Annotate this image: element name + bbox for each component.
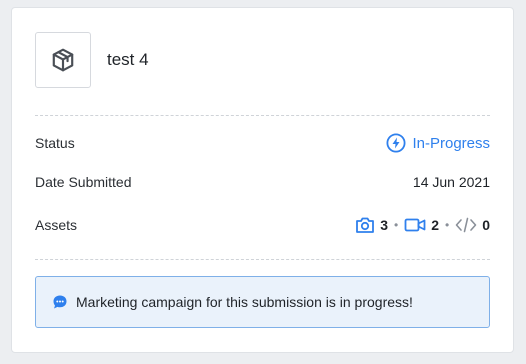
- asset-photos-count: 3: [380, 217, 388, 233]
- status-badge: In-Progress: [386, 133, 490, 153]
- status-row: Status In-Progress: [35, 131, 490, 155]
- date-row: Date Submitted 14 Jun 2021: [35, 170, 490, 194]
- notice-text: Marketing campaign for this submission i…: [76, 294, 413, 310]
- submission-card: test 4 Status In-Progress Date Submitted…: [11, 7, 514, 353]
- date-value: 14 Jun 2021: [412, 174, 490, 190]
- divider: [35, 259, 490, 260]
- asset-photos: 3: [355, 216, 388, 234]
- video-icon: [404, 218, 426, 232]
- asset-videos: 2: [404, 217, 439, 233]
- assets-label: Assets: [35, 217, 78, 233]
- camera-icon: [356, 217, 375, 233]
- asset-separator: •: [394, 218, 399, 232]
- code-icon: [455, 217, 477, 233]
- date-label: Date Submitted: [35, 174, 132, 190]
- submission-thumbnail: [35, 32, 91, 88]
- package-icon: [52, 48, 74, 72]
- asset-code-count: 0: [482, 217, 490, 233]
- card-header: test 4: [35, 32, 149, 88]
- status-label: Status: [35, 135, 75, 151]
- asset-separator: •: [445, 218, 450, 232]
- assets-summary: 3 • 2 • 0: [355, 216, 490, 234]
- divider: [35, 115, 490, 116]
- lightning-icon: [386, 133, 406, 153]
- asset-videos-count: 2: [431, 217, 439, 233]
- asset-code: 0: [455, 217, 490, 233]
- status-value: In-Progress: [412, 134, 490, 152]
- assets-row: Assets 3 • 2 • 0: [35, 213, 490, 237]
- info-notice: Marketing campaign for this submission i…: [35, 276, 490, 328]
- submission-title: test 4: [107, 50, 149, 69]
- chat-bubble-icon: [53, 295, 67, 309]
